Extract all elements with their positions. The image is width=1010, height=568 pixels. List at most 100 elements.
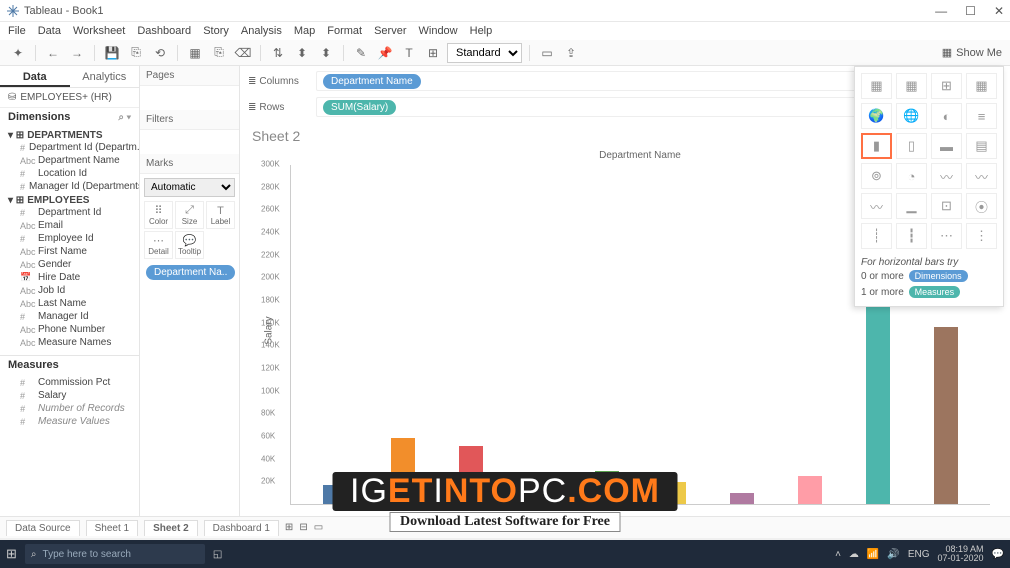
maximize-button[interactable]: ☐ xyxy=(965,4,976,18)
mark-size[interactable]: ⤢Size xyxy=(175,201,204,229)
duplicate-button[interactable]: ⎘ xyxy=(209,43,229,63)
dim-group[interactable]: ▾ ⊞ EMPLOYEES xyxy=(8,195,139,206)
dimension-field[interactable]: #Manager Id xyxy=(8,310,139,323)
dimension-field[interactable]: #Location Id xyxy=(8,167,139,180)
showme-chart-type[interactable]: ▦ xyxy=(861,73,892,99)
menu-data[interactable]: Data xyxy=(38,25,61,37)
showme-chart-type[interactable]: ⊞ xyxy=(931,73,962,99)
tray-cloud-icon[interactable]: ☁ xyxy=(849,549,859,560)
showme-chart-type[interactable]: ▮ xyxy=(861,133,892,159)
dimension-field[interactable]: 📅Hire Date xyxy=(8,271,139,284)
dimension-field[interactable]: AbcLast Name xyxy=(8,297,139,310)
mark-detail[interactable]: ⋯Detail xyxy=(144,231,173,259)
sort-asc-button[interactable]: ⬍ xyxy=(292,43,312,63)
datasource-row[interactable]: ⛁ EMPLOYEES+ (HR) xyxy=(0,88,139,108)
tray-lang[interactable]: ENG xyxy=(908,549,930,560)
showme-chart-type[interactable]: ⊚ xyxy=(861,163,892,189)
menu-map[interactable]: Map xyxy=(294,25,315,37)
presentation-button[interactable]: ▭ xyxy=(537,43,557,63)
showme-chart-type[interactable]: 🌐 xyxy=(896,103,927,129)
measure-field[interactable]: #Salary xyxy=(8,389,139,402)
showme-chart-type[interactable]: ◔ xyxy=(896,163,927,189)
showme-chart-type[interactable]: 〰 xyxy=(966,163,997,189)
back-button[interactable]: ← xyxy=(43,43,63,63)
refresh-button[interactable]: ⟲ xyxy=(150,43,170,63)
share-button[interactable]: ⇪ xyxy=(561,43,581,63)
sheet2-tab[interactable]: Sheet 2 xyxy=(144,520,198,536)
tab-data[interactable]: Data xyxy=(0,66,70,87)
showme-chart-type[interactable]: ⦿ xyxy=(966,193,997,219)
showme-button[interactable]: ▦ Show Me xyxy=(942,46,1002,59)
highlight-button[interactable]: ✎ xyxy=(351,43,371,63)
tab-analytics[interactable]: Analytics xyxy=(70,66,140,87)
menu-format[interactable]: Format xyxy=(327,25,362,37)
start-button[interactable]: ⊞ xyxy=(6,546,17,562)
dimension-field[interactable]: AbcFirst Name xyxy=(8,245,139,258)
menu-dashboard[interactable]: Dashboard xyxy=(137,25,191,37)
sort-desc-button[interactable]: ⬍ xyxy=(316,43,336,63)
forward-button[interactable]: → xyxy=(67,43,87,63)
menu-window[interactable]: Window xyxy=(419,25,458,37)
sheet1-tab[interactable]: Sheet 1 xyxy=(86,520,138,536)
fit-select[interactable]: Standard xyxy=(447,43,522,63)
measure-field[interactable]: #Measure Values xyxy=(8,415,139,428)
tray-wifi-icon[interactable]: 📶 xyxy=(867,549,879,560)
new-worksheet-button[interactable]: ▦ xyxy=(185,43,205,63)
tray-chevron-icon[interactable]: ˄ xyxy=(835,549,841,560)
clear-button[interactable]: ⌫ xyxy=(233,43,253,63)
menu-help[interactable]: Help xyxy=(470,25,493,37)
rows-pill[interactable]: SUM(Salary) xyxy=(323,100,396,115)
showme-chart-type[interactable]: ⋮ xyxy=(966,223,997,249)
measure-field[interactable]: #Commission Pct xyxy=(8,376,139,389)
showme-chart-type[interactable]: ⋯ xyxy=(931,223,962,249)
menu-file[interactable]: File xyxy=(8,25,26,37)
save-button[interactable]: 💾 xyxy=(102,43,122,63)
dimension-field[interactable]: #Manager Id (Departments) xyxy=(8,180,139,193)
dimension-field[interactable]: AbcGender xyxy=(8,258,139,271)
showme-chart-type[interactable]: ▤ xyxy=(966,133,997,159)
dimension-field[interactable]: AbcMeasure Names xyxy=(8,336,139,349)
swap-button[interactable]: ⇅ xyxy=(268,43,288,63)
showme-chart-type[interactable]: ≡ xyxy=(966,103,997,129)
dimension-field[interactable]: AbcPhone Number xyxy=(8,323,139,336)
marks-color-pill[interactable]: Department Na.. xyxy=(146,265,235,280)
new-data-button[interactable]: ⎘ xyxy=(126,43,146,63)
mark-tooltip[interactable]: 💬Tooltip xyxy=(175,231,204,259)
datasource-tab[interactable]: Data Source xyxy=(6,520,80,536)
minimize-button[interactable]: — xyxy=(935,4,947,18)
search-icon[interactable]: ⌕ ▾ xyxy=(118,112,131,123)
tableau-icon[interactable]: ✦ xyxy=(8,43,28,63)
taskbar-search[interactable]: ⌕ Type here to search xyxy=(25,544,205,564)
showme-chart-type[interactable]: 〰 xyxy=(861,193,892,219)
measure-field[interactable]: #Number of Records xyxy=(8,402,139,415)
dimension-field[interactable]: AbcJob Id xyxy=(8,284,139,297)
mark-label[interactable]: TLabel xyxy=(206,201,235,229)
columns-pill[interactable]: Department Name xyxy=(323,74,421,89)
tray-volume-icon[interactable]: 🔊 xyxy=(887,549,899,560)
dimension-field[interactable]: #Employee Id xyxy=(8,232,139,245)
marks-type-select[interactable]: Automatic xyxy=(144,178,235,197)
showme-chart-type[interactable]: 🌍 xyxy=(861,103,892,129)
filters-shelf[interactable]: Filters xyxy=(140,110,239,130)
tray-notifications-icon[interactable]: 💬 xyxy=(992,549,1004,560)
showme-chart-type[interactable]: ▯ xyxy=(896,133,927,159)
dim-group[interactable]: ▾ ⊞ DEPARTMENTS xyxy=(8,130,139,141)
showme-chart-type[interactable]: 〰 xyxy=(931,163,962,189)
task-view-button[interactable]: ◱ xyxy=(213,549,222,560)
menu-analysis[interactable]: Analysis xyxy=(241,25,282,37)
close-button[interactable]: ✕ xyxy=(994,4,1004,18)
showme-chart-type[interactable]: ┊ xyxy=(861,223,892,249)
dimension-field[interactable]: AbcDepartment Name xyxy=(8,154,139,167)
showme-chart-type[interactable]: ◐ xyxy=(931,103,962,129)
dimension-field[interactable]: #Department Id (Departm... xyxy=(8,141,139,154)
showme-chart-type[interactable]: ▦ xyxy=(966,73,997,99)
dimension-field[interactable]: #Department Id xyxy=(8,206,139,219)
pin-button[interactable]: 📌 xyxy=(375,43,395,63)
showme-chart-type[interactable]: ▬ xyxy=(931,133,962,159)
showme-chart-type[interactable]: ▦ xyxy=(896,73,927,99)
bar[interactable] xyxy=(934,327,958,504)
labels-button[interactable]: T xyxy=(399,43,419,63)
menu-worksheet[interactable]: Worksheet xyxy=(73,25,125,37)
taskbar-clock[interactable]: 08:19 AM07-01-2020 xyxy=(938,545,984,563)
showme-chart-type[interactable]: ⊡ xyxy=(931,193,962,219)
